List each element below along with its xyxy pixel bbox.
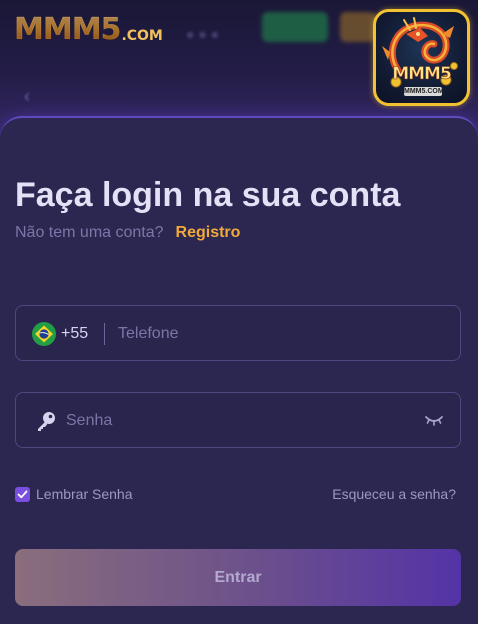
site-logo[interactable]: MMM5 .COM <box>14 10 164 46</box>
page-title: Faça login na sua conta <box>15 176 401 214</box>
logo-main-text: MMM5 <box>14 12 121 47</box>
remember-password-label[interactable]: Lembrar Senha <box>36 486 133 502</box>
phone-input[interactable] <box>118 324 438 344</box>
blurred-header-text: ● ● ● <box>186 26 220 42</box>
blurred-header-button <box>262 12 328 42</box>
app-icon-brand-text: MMM5 <box>392 64 452 85</box>
logo-suffix-text: .COM <box>121 28 163 44</box>
brazil-flag-icon <box>32 322 56 346</box>
login-card: Faça login na sua conta Não tem uma cont… <box>0 116 478 624</box>
register-prompt: Não tem uma conta? Registro <box>15 224 240 242</box>
forgot-password-link[interactable]: Esqueceu a senha? <box>332 486 456 502</box>
field-divider <box>104 323 105 345</box>
no-account-text: Não tem uma conta? <box>15 224 164 241</box>
app-icon[interactable]: MMM5 MMM5.COM <box>373 9 470 106</box>
back-arrow-icon: ‹ <box>24 86 30 106</box>
checkbox-checked-icon[interactable] <box>15 486 30 502</box>
checkmark-icon <box>17 490 28 498</box>
login-submit-button[interactable]: Entrar <box>15 549 461 606</box>
remember-password-checkbox[interactable]: Lembrar Senha <box>15 486 133 502</box>
password-field[interactable] <box>15 392 461 448</box>
password-input[interactable] <box>66 411 406 431</box>
blurred-header-button <box>340 12 376 42</box>
app-icon-domain-text: MMM5.COM <box>404 87 444 96</box>
phone-field[interactable]: +55 <box>15 305 461 361</box>
eye-closed-icon[interactable] <box>424 413 444 427</box>
key-icon <box>38 412 55 431</box>
country-dial-code[interactable]: +55 <box>61 325 88 343</box>
register-link[interactable]: Registro <box>176 224 241 241</box>
